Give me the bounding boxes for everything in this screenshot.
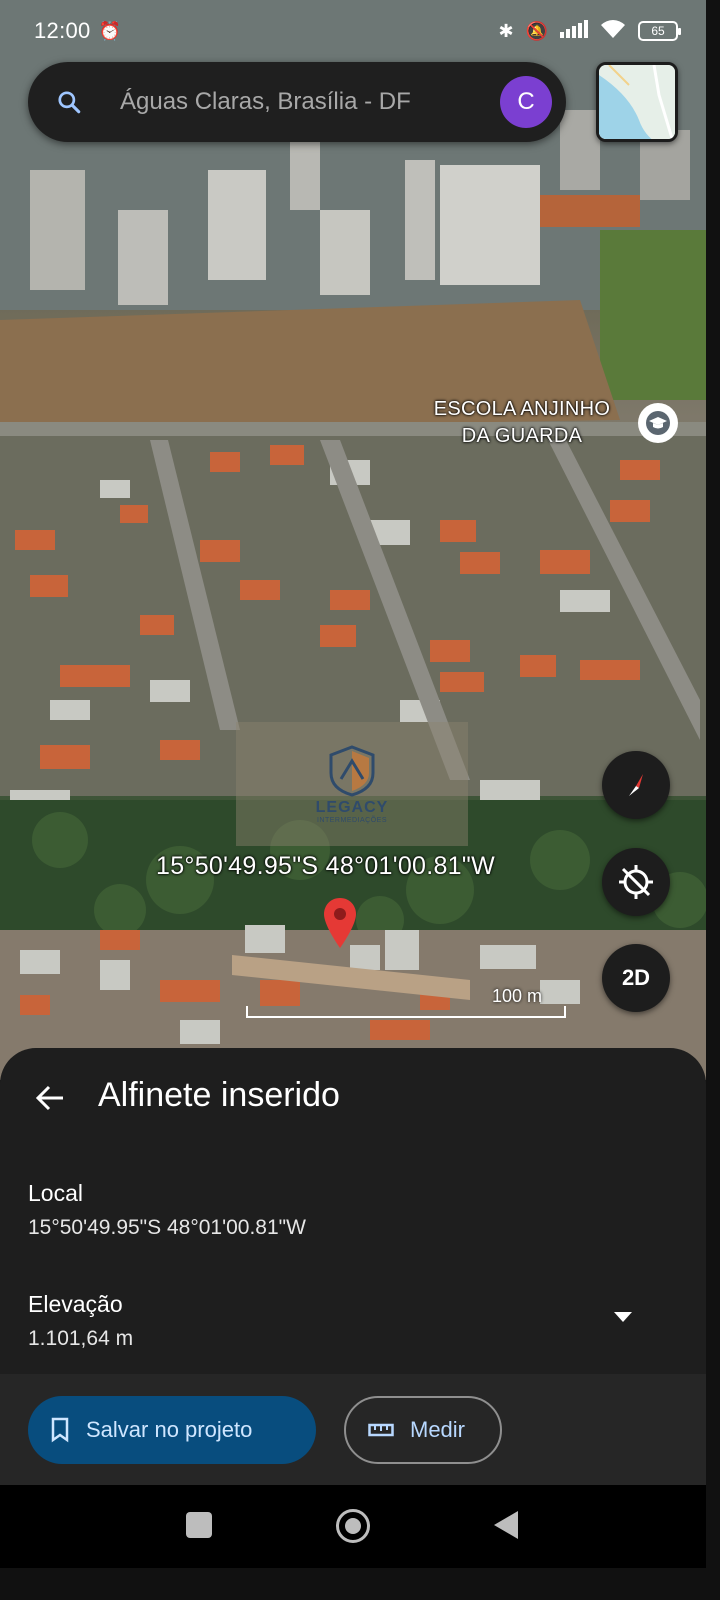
local-value: 15°50'49.95"S 48°01'00.81"W (28, 1216, 306, 1239)
ruler-icon (368, 1423, 394, 1437)
nav-back-button[interactable] (494, 1511, 518, 1539)
battery-icon: 65 (638, 21, 681, 41)
poi-label-line2: DA GUARDA (461, 425, 583, 447)
bluetooth-icon: ✱ (498, 20, 514, 41)
sheet-title: Alfinete inserido (98, 1076, 340, 1114)
home-button[interactable] (336, 1509, 370, 1543)
status-bar: 12:00 ⏰ ✱ 🔕 65 (0, 0, 706, 62)
local-label: Local (28, 1180, 83, 1206)
map-pin-icon[interactable] (322, 896, 358, 950)
school-icon[interactable] (638, 403, 678, 443)
poi-label-school[interactable]: ESCOLA ANJINHO DA GUARDA (404, 396, 640, 450)
save-to-project-label: Salvar no projeto (86, 1417, 253, 1442)
search-bar[interactable]: Águas Claras, Brasília - DF C (28, 62, 566, 142)
elevation-value: 1.101,64 m (28, 1327, 134, 1350)
save-to-project-button[interactable]: Salvar no projeto (28, 1396, 316, 1464)
status-icons: ✱ 🔕 65 (498, 19, 681, 44)
map-layer-thumbnail[interactable] (596, 62, 678, 142)
mute-icon: 🔕 (525, 20, 548, 41)
pin-coordinates-label: 15°50'49.95"S 48°01'00.81"W (156, 852, 495, 880)
wifi-icon (600, 19, 626, 44)
measure-button[interactable]: Medir (344, 1396, 502, 1464)
search-input[interactable]: Águas Claras, Brasília - DF (120, 88, 500, 116)
sheet-actions: Salvar no projeto Medir (0, 1374, 706, 1485)
recents-button[interactable] (186, 1512, 212, 1538)
back-button[interactable] (28, 1076, 72, 1120)
elevation-label: Elevação (28, 1291, 123, 1317)
legacy-watermark: LEGACY INTERMEDIAÇÕES (236, 722, 468, 846)
watermark-subtitle: INTERMEDIAÇÕES (316, 816, 387, 824)
signal-icon (560, 19, 588, 43)
scale-bar (246, 1006, 566, 1018)
watermark-name: LEGACY (315, 798, 389, 816)
search-icon (58, 91, 81, 114)
alarm-icon: ⏰ (98, 20, 121, 41)
2d-toggle-button[interactable]: 2D (602, 944, 670, 1012)
arrow-back-icon (35, 1085, 63, 1111)
avatar[interactable]: C (500, 76, 552, 128)
status-time: 12:00 (34, 18, 91, 43)
scale-label: 100 m (492, 986, 543, 1006)
shield-logo-icon (329, 744, 375, 797)
poi-label-line1: ESCOLA ANJINHO (433, 398, 611, 420)
compass-icon (629, 774, 643, 796)
my-location-button[interactable] (602, 848, 670, 916)
measure-label: Medir (410, 1417, 466, 1442)
pin-details-sheet: Alfinete inserido Local 15°50'49.95"S 48… (0, 1048, 706, 1485)
bookmark-icon (51, 1417, 69, 1443)
compass-button[interactable] (602, 751, 670, 819)
system-nav-bar (0, 1485, 706, 1568)
dropdown-arrow-icon[interactable] (612, 1310, 634, 1324)
location-off-icon (619, 865, 653, 899)
